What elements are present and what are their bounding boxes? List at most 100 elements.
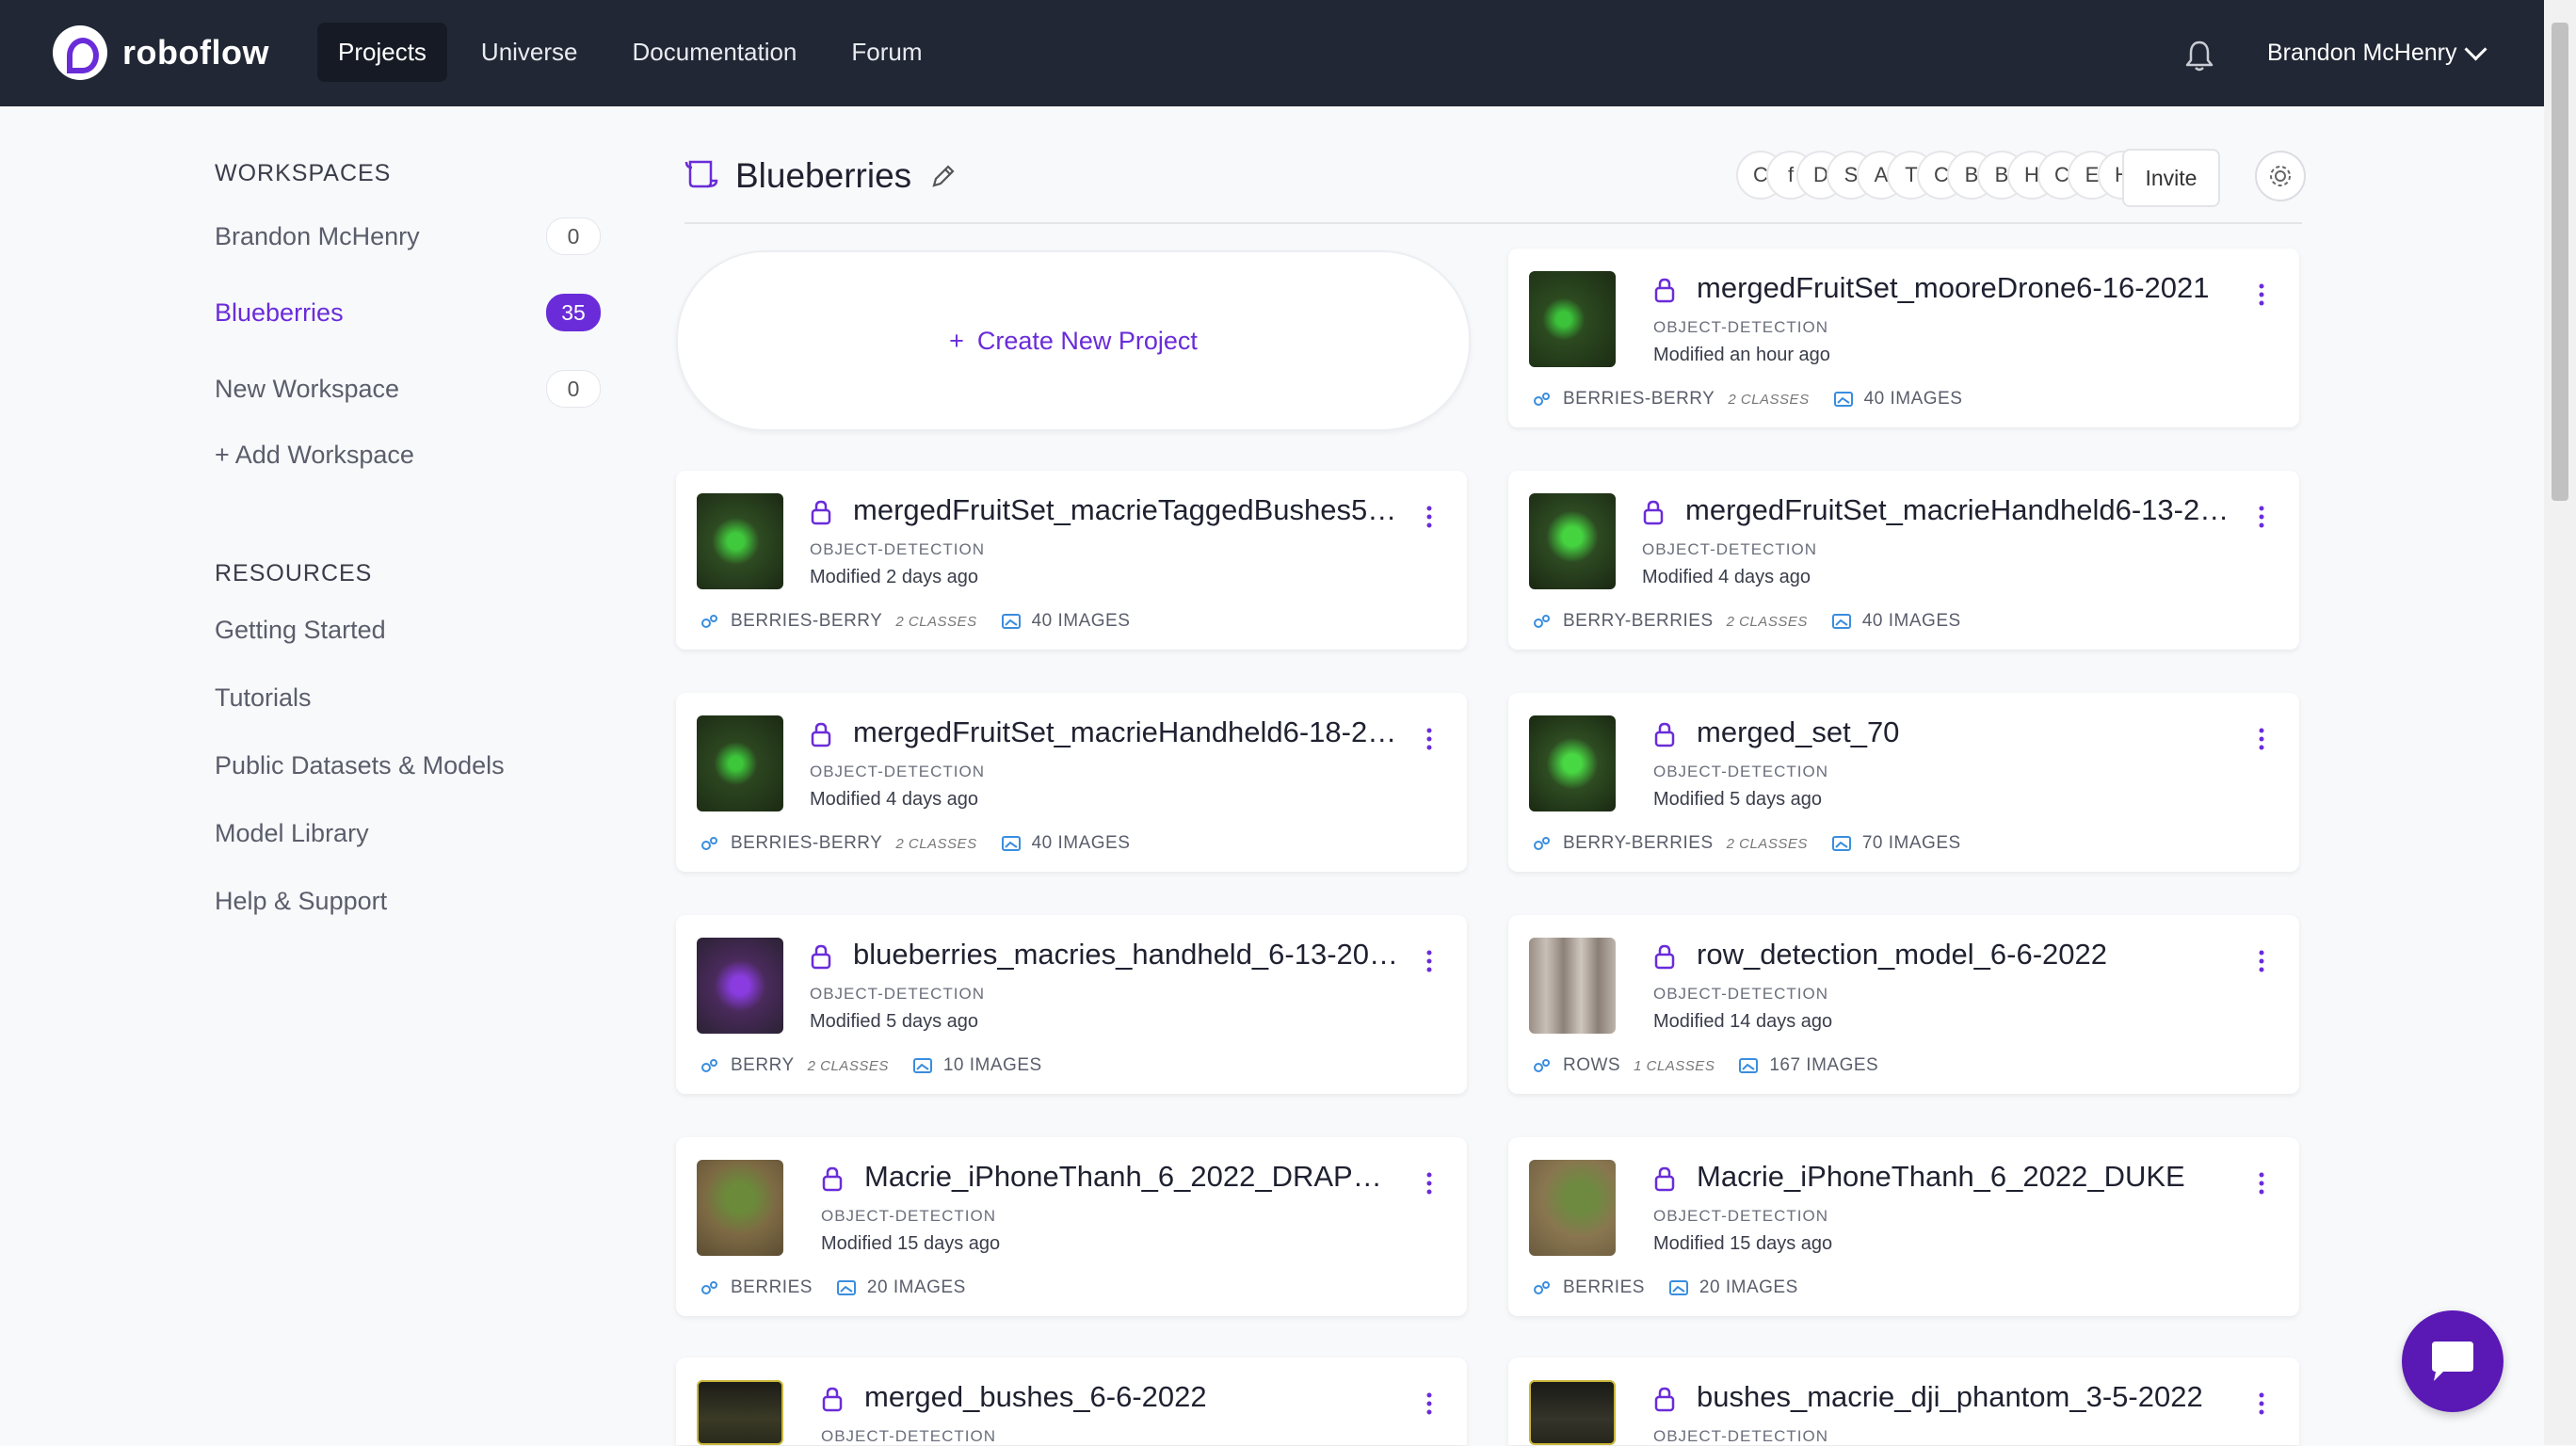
sidebar: WORKSPACES Brandon McHenry 0 Blueberries… [215, 160, 601, 955]
kebab-menu-icon[interactable] [2258, 947, 2265, 975]
project-title[interactable]: mergedFruitSet_mooreDrone6-16-2021 [1697, 271, 2224, 305]
nav-universe[interactable]: Universe [460, 23, 599, 82]
project-title[interactable]: merged_set_70 [1697, 715, 2224, 749]
project-modified: Modified 5 days ago [1653, 789, 1823, 810]
project-card[interactable]: row_detection_model_6-6-2022 OBJECT-DETE… [1508, 915, 2299, 1094]
annotation-group-icon [701, 615, 717, 628]
project-thumbnail [1529, 715, 1616, 811]
workspace-header: Blueberries C f D S A T C B B H C E H In… [684, 149, 2306, 224]
lock-icon [822, 1166, 843, 1192]
workspace-item-brandon[interactable]: Brandon McHenry 0 [215, 216, 601, 257]
project-card[interactable]: merged_set_70 OBJECT-DETECTION Modified … [1508, 693, 2299, 872]
nav-documentation[interactable]: Documentation [612, 23, 818, 82]
create-new-project-button[interactable]: + Create New Project [676, 250, 1471, 431]
resource-model-library[interactable]: Model Library [215, 819, 601, 860]
project-modified: Modified 14 days ago [1653, 1011, 1833, 1032]
workspace-item-blueberries[interactable]: Blueberries 35 [215, 292, 601, 333]
image-icon [836, 1280, 856, 1295]
kebab-menu-icon[interactable] [2258, 1390, 2265, 1418]
project-title[interactable]: mergedFruitSet_macrieHandheld6-18-20... [853, 715, 1399, 749]
scrollbar-thumb[interactable] [2552, 23, 2568, 501]
project-type: OBJECT-DETECTION [821, 1207, 997, 1225]
project-card[interactable]: bushes_macrie_dji_phantom_3-5-2022 OBJEC… [1508, 1358, 2299, 1445]
lock-icon [1654, 722, 1675, 747]
project-title[interactable]: bushes_macrie_dji_phantom_3-5-2022 [1697, 1380, 2224, 1414]
workspace-scroll-icon [684, 160, 718, 188]
kebab-menu-icon[interactable] [2258, 725, 2265, 753]
project-modified: Modified 5 days ago [810, 1011, 979, 1032]
project-type: OBJECT-DETECTION [821, 1427, 997, 1445]
project-card[interactable]: Macrie_iPhoneThanh_6_2022_DUKE OBJECT-DE… [1508, 1137, 2299, 1316]
class-count: 2 CLASSES [895, 613, 977, 630]
project-meta: BERRY 2 CLASSES 10 IMAGES [700, 1055, 1042, 1076]
kebab-menu-icon[interactable] [1425, 503, 1433, 531]
image-icon [1668, 1280, 1688, 1295]
member-avatars[interactable]: C f D S A T C B B H C E H [1736, 151, 2147, 200]
image-count: 10 IMAGES [942, 1055, 1042, 1075]
annotation-group-icon [701, 1059, 717, 1072]
page-scrollbar[interactable] [2544, 0, 2576, 1445]
project-title[interactable]: mergedFruitSet_macrieHandheld6-13-20... [1685, 493, 2231, 527]
kebab-menu-icon[interactable] [1425, 1169, 1433, 1197]
roboflow-logo[interactable]: roboflow [53, 24, 269, 81]
nav-projects[interactable]: Projects [317, 23, 447, 82]
resource-public-datasets[interactable]: Public Datasets & Models [215, 751, 601, 793]
project-title[interactable]: mergedFruitSet_macrieTaggedBushes5-... [853, 493, 1399, 527]
edit-pencil-icon[interactable] [929, 162, 958, 190]
project-card[interactable]: mergedFruitSet_macrieHandheld6-13-20... … [1508, 471, 2299, 650]
user-menu[interactable]: Brandon McHenry [2267, 38, 2488, 67]
kebab-menu-icon[interactable] [2258, 1169, 2265, 1197]
settings-button[interactable] [2255, 151, 2306, 201]
plus-icon: + [949, 326, 964, 355]
project-thumbnail [697, 493, 783, 589]
project-type: OBJECT-DETECTION [810, 985, 986, 1003]
project-title[interactable]: Macrie_iPhoneThanh_6_2022_DRAPER [864, 1160, 1392, 1194]
project-title[interactable]: blueberries_macries_handheld_6-13-202... [853, 938, 1399, 972]
project-type: OBJECT-DETECTION [810, 540, 986, 558]
project-thumbnail [1529, 493, 1616, 589]
annotation-group-icon [1534, 1059, 1550, 1072]
class-count: 2 CLASSES [1728, 391, 1810, 408]
project-card[interactable]: mergedFruitSet_macrieTaggedBushes5-... O… [676, 471, 1467, 650]
kebab-menu-icon[interactable] [2258, 281, 2265, 309]
image-icon [1831, 836, 1851, 851]
class-count: 2 CLASSES [1726, 613, 1808, 630]
annotation-group: BERRY-BERRIES [1563, 833, 1714, 853]
project-card[interactable]: mergedFruitSet_macrieHandheld6-18-20... … [676, 693, 1467, 872]
resource-getting-started[interactable]: Getting Started [215, 616, 601, 657]
project-thumbnail [1529, 271, 1616, 367]
kebab-menu-icon[interactable] [1425, 947, 1433, 975]
project-meta: BERRIES-BERRY 2 CLASSES 40 IMAGES [1533, 389, 1962, 410]
project-card[interactable]: merged_bushes_6-6-2022 OBJECT-DETECTION [676, 1358, 1467, 1445]
project-card[interactable]: mergedFruitSet_mooreDrone6-16-2021 OBJEC… [1508, 249, 2299, 427]
project-modified: Modified an hour ago [1653, 345, 1830, 365]
project-title[interactable]: merged_bushes_6-6-2022 [864, 1380, 1392, 1414]
project-meta: BERRIES-BERRY 2 CLASSES 40 IMAGES [700, 833, 1130, 854]
workspace-item-new[interactable]: New Workspace 0 [215, 368, 601, 410]
image-count: 20 IMAGES [1699, 1277, 1798, 1297]
resource-tutorials[interactable]: Tutorials [215, 683, 601, 725]
bell-icon[interactable] [2184, 40, 2214, 72]
gear-icon [2270, 166, 2291, 186]
annotation-group: BERRIES-BERRY [731, 833, 883, 853]
project-title[interactable]: Macrie_iPhoneThanh_6_2022_DUKE [1697, 1160, 2224, 1194]
project-thumbnail [1529, 1160, 1616, 1256]
lock-icon [1654, 1387, 1675, 1412]
kebab-menu-icon[interactable] [1425, 725, 1433, 753]
image-count: 40 IMAGES [1031, 833, 1131, 853]
nav-forum[interactable]: Forum [830, 23, 942, 82]
invite-button[interactable]: Invite [2122, 149, 2220, 207]
resources-heading: RESOURCES [215, 560, 373, 586]
project-title[interactable]: row_detection_model_6-6-2022 [1697, 938, 2224, 972]
image-count: 70 IMAGES [1861, 833, 1961, 853]
kebab-menu-icon[interactable] [1425, 1390, 1433, 1418]
kebab-menu-icon[interactable] [2258, 503, 2265, 531]
lock-icon [1643, 500, 1664, 525]
add-workspace-link[interactable]: + Add Workspace [215, 441, 601, 470]
project-card[interactable]: blueberries_macries_handheld_6-13-202...… [676, 915, 1467, 1094]
project-card[interactable]: Macrie_iPhoneThanh_6_2022_DRAPER OBJECT-… [676, 1137, 1467, 1316]
project-modified: Modified 15 days ago [1653, 1233, 1833, 1254]
resource-help-support[interactable]: Help & Support [215, 887, 601, 928]
chat-button[interactable] [2402, 1310, 2504, 1412]
project-thumbnail [1529, 1380, 1616, 1445]
